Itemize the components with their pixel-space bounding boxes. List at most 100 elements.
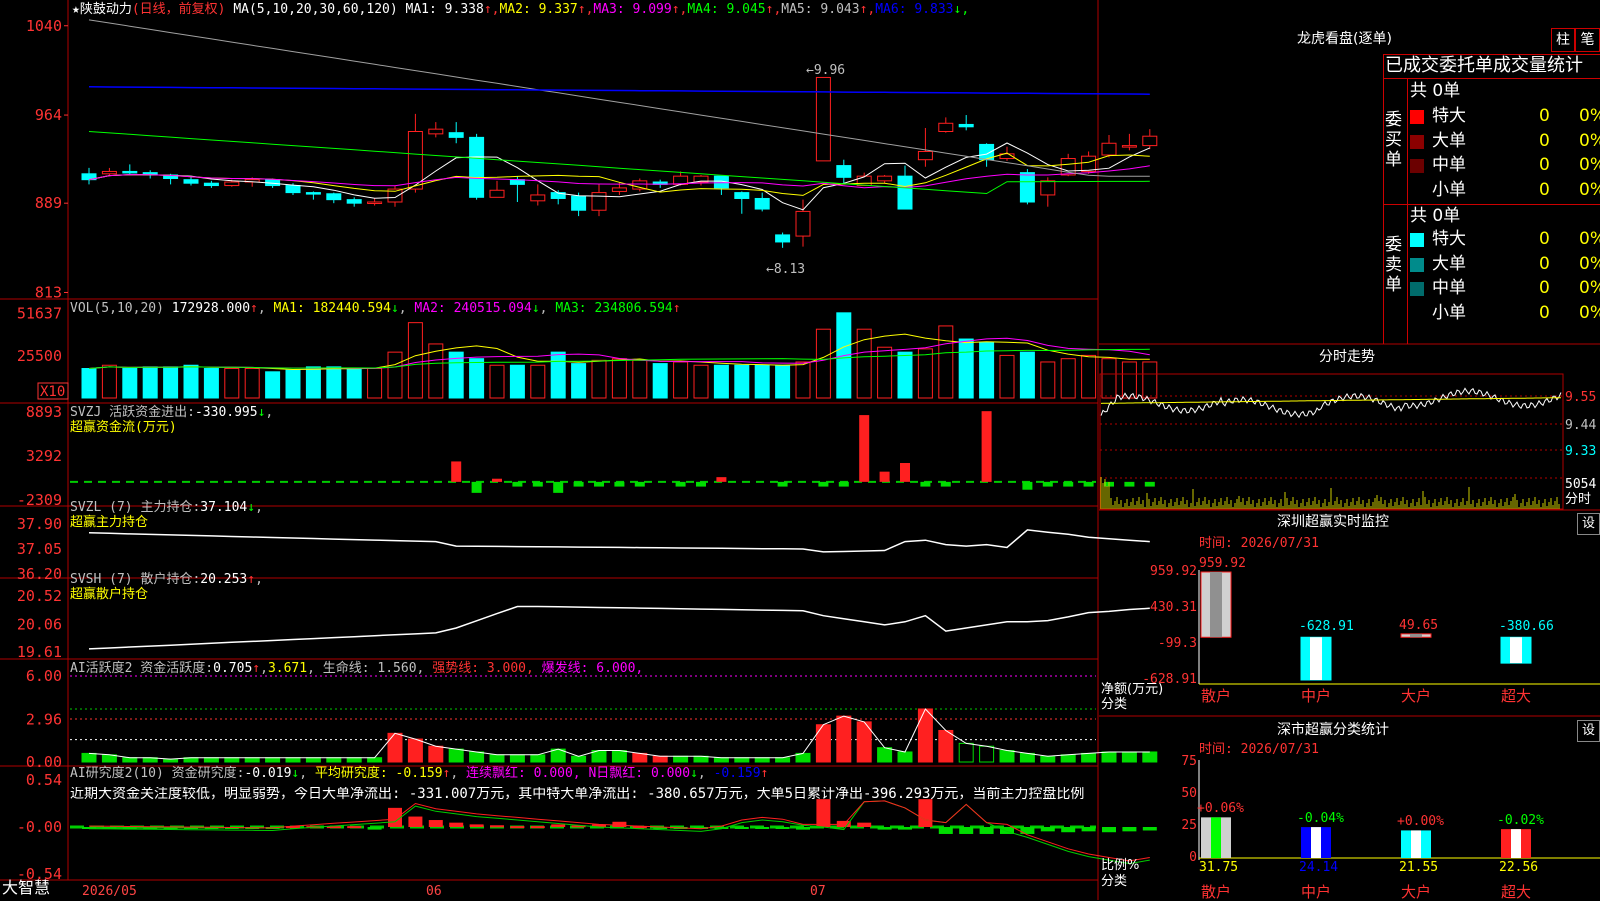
candle bbox=[489, 189, 505, 198]
research-bar bbox=[979, 827, 994, 834]
row-count: 0 bbox=[1539, 253, 1550, 274]
volume-bar bbox=[1060, 358, 1076, 399]
ma-value: MA1: 9.338↑, bbox=[405, 2, 500, 17]
legend-swatch bbox=[1410, 282, 1424, 296]
candle bbox=[101, 170, 117, 175]
ai2-bar bbox=[775, 757, 791, 763]
volume-bar bbox=[203, 368, 219, 399]
candle bbox=[775, 234, 791, 243]
research-bar bbox=[551, 824, 566, 827]
volume-bar bbox=[163, 366, 179, 399]
volume-bar bbox=[530, 364, 546, 399]
svsh-tick: 20.06 bbox=[17, 615, 62, 633]
ai2-bar bbox=[999, 750, 1015, 763]
svzj-bar bbox=[859, 415, 870, 482]
ma-value: MA4: 9.045↑, bbox=[687, 2, 782, 17]
volume-bar bbox=[407, 322, 423, 399]
date-label: 07 bbox=[810, 884, 826, 899]
tab-bar[interactable]: 柱 bbox=[1551, 28, 1575, 52]
research-tick: 0.54 bbox=[26, 771, 62, 789]
row-pct: 0% bbox=[1579, 130, 1600, 151]
vol-value: 172928.000 bbox=[171, 301, 251, 316]
ai2-bar bbox=[285, 757, 301, 763]
volume-bar bbox=[244, 368, 260, 399]
row-pct: 0% bbox=[1579, 155, 1600, 175]
row-pct: 0% bbox=[1579, 229, 1600, 249]
ai2-bar bbox=[897, 751, 913, 763]
research-bar bbox=[918, 799, 933, 827]
candle bbox=[1040, 180, 1056, 196]
research-bar bbox=[959, 827, 974, 834]
candle bbox=[938, 122, 954, 133]
research-bar bbox=[530, 826, 545, 829]
monitor-bar-label: -628.91 bbox=[1299, 619, 1354, 635]
svzj-bar bbox=[879, 471, 890, 482]
classify-value-label: 22.56 bbox=[1499, 860, 1539, 875]
ai2-bar bbox=[81, 752, 97, 763]
star-icon[interactable]: ★ bbox=[72, 2, 80, 17]
row-name: 小单 bbox=[1432, 179, 1466, 200]
monitor-cat: 分类 bbox=[1101, 697, 1128, 712]
monitor-settings-button[interactable]: 设 bbox=[1577, 513, 1600, 535]
tab-tick[interactable]: 笔 bbox=[1575, 28, 1600, 52]
monitor-cat-label: 大户 bbox=[1401, 687, 1432, 705]
ma-value: MA5: 9.043↑, bbox=[781, 2, 876, 17]
volume-bar bbox=[387, 351, 403, 399]
classify-settings-button[interactable]: 设 bbox=[1577, 720, 1600, 742]
ai2-bar bbox=[367, 757, 383, 763]
ai2-bar bbox=[734, 757, 750, 763]
legend-swatch bbox=[1410, 159, 1424, 173]
row-count: 0 bbox=[1539, 302, 1550, 323]
volume-bar bbox=[81, 368, 97, 399]
monitor-tick: 959.92 bbox=[1150, 564, 1197, 579]
svsh-subtitle: 超赢散户持仓 bbox=[70, 587, 149, 602]
research-bar bbox=[469, 824, 484, 827]
legend-swatch bbox=[1410, 134, 1424, 149]
svzj-bar bbox=[1042, 481, 1053, 487]
research-bar bbox=[367, 827, 382, 830]
ai2-bar bbox=[1060, 754, 1076, 763]
research-bar bbox=[347, 826, 362, 829]
ai2-bar bbox=[917, 708, 933, 763]
row-name: 大单 bbox=[1432, 253, 1466, 274]
research-comment: 近期大资金关注度较低，明显弱势，今日大单净流出: -331.007万元，其中特大… bbox=[70, 787, 1085, 802]
candle bbox=[469, 136, 485, 198]
volume-bar bbox=[591, 359, 607, 399]
svzj-bar bbox=[777, 481, 788, 487]
volume-bar bbox=[305, 366, 321, 399]
ai2-bar bbox=[224, 757, 240, 763]
research-bar bbox=[755, 827, 770, 829]
svzj-bar bbox=[471, 481, 482, 493]
svzj-bar bbox=[1083, 481, 1094, 487]
price-header: ★陕鼓动力(日线，前复权) MA(5,10,20,30,60,120) MA1:… bbox=[72, 2, 969, 17]
classify-cat-label: 超大 bbox=[1501, 883, 1532, 901]
row-name: 大单 bbox=[1432, 130, 1466, 151]
volume-bar bbox=[999, 354, 1015, 399]
research-bar bbox=[449, 822, 464, 827]
ai2-bar bbox=[305, 757, 321, 763]
ai2-bar bbox=[632, 752, 648, 763]
volume-bar bbox=[897, 351, 913, 399]
svzj-bar bbox=[451, 461, 462, 482]
classify-time: 时间: 2026/07/31 bbox=[1199, 742, 1319, 757]
research-bar bbox=[938, 827, 953, 834]
svsh-tick: 19.61 bbox=[17, 643, 62, 661]
svzj-bar bbox=[818, 481, 829, 487]
buy-total: 共 0单 bbox=[1410, 81, 1461, 101]
ai2-bar bbox=[815, 724, 831, 763]
adjust-mode[interactable]: (日线，前复权) bbox=[132, 2, 226, 17]
svzj-subtitle: 超赢资金流(万元) bbox=[70, 420, 177, 435]
monitor-tick: -628.91 bbox=[1142, 672, 1197, 687]
buy-label: 委买单 bbox=[1385, 110, 1402, 170]
fenshi-vol: 5054 bbox=[1565, 477, 1597, 492]
volume-bar bbox=[1040, 361, 1056, 399]
candle bbox=[734, 192, 750, 199]
volume-bar bbox=[346, 368, 362, 399]
svsh-line bbox=[88, 605, 1150, 650]
svzj-header: SVZJ 活跃资金进出:-330.995↓, bbox=[70, 405, 274, 420]
sell-label: 委卖单 bbox=[1385, 235, 1402, 295]
legend-swatch bbox=[1410, 110, 1424, 124]
legend-swatch bbox=[1410, 257, 1424, 272]
classify-title: 深市超赢分类统计 bbox=[1277, 722, 1389, 738]
ai2-bar bbox=[979, 745, 995, 763]
